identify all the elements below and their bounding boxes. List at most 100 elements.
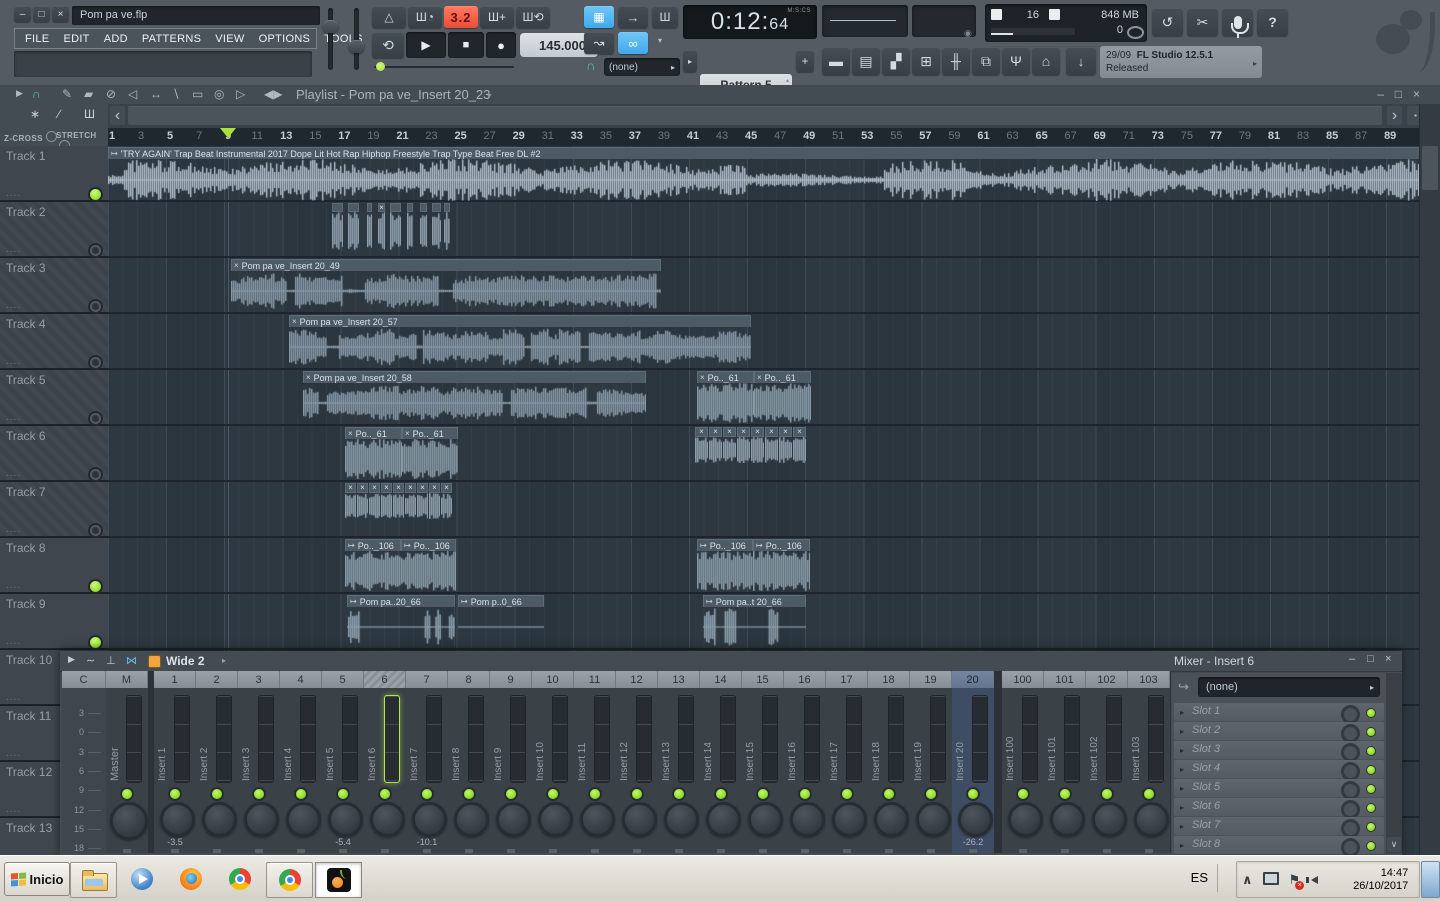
clip-header[interactable]: ×Po.._61 bbox=[345, 427, 402, 439]
timeline-tick[interactable]: 35 bbox=[597, 130, 615, 142]
zoom-tool-icon[interactable]: ◎ bbox=[214, 87, 224, 101]
mixer-fader[interactable] bbox=[1148, 695, 1164, 783]
playlist-vscrollbar[interactable] bbox=[1419, 104, 1440, 855]
news-panel[interactable]: 29/09 FL Studio 12.5.1 Released ▸ bbox=[1100, 46, 1262, 78]
clip-header[interactable]: ×Po.._61 bbox=[402, 427, 458, 439]
slice-x-icon[interactable]: × bbox=[381, 483, 392, 493]
playlist-clip[interactable]: ×Po.._61 bbox=[402, 427, 458, 480]
language-indicator[interactable]: ES bbox=[1191, 870, 1208, 885]
track-led[interactable] bbox=[88, 467, 103, 482]
mixer-mute-led[interactable] bbox=[210, 787, 224, 801]
mixer-mute-led[interactable] bbox=[120, 787, 134, 801]
show-desktop-button[interactable] bbox=[1421, 861, 1440, 898]
mixer-pan-knob[interactable] bbox=[110, 802, 148, 840]
mixer-mute-led[interactable] bbox=[1016, 787, 1030, 801]
timeline-tick[interactable]: 61 bbox=[975, 130, 993, 142]
toggle-browser-button[interactable]: ⊞ bbox=[912, 47, 940, 75]
loop-record-button[interactable]: Ш⟲ bbox=[516, 6, 550, 28]
mixer-channel-number[interactable]: 19 bbox=[910, 671, 952, 688]
draw-tool-icon[interactable]: ✎ bbox=[62, 87, 72, 101]
clip-header[interactable]: ↦Po.._106 bbox=[753, 539, 810, 551]
chop-cap[interactable] bbox=[348, 203, 359, 212]
play-button[interactable]: ▶ bbox=[406, 32, 446, 58]
mixer-pan-knob[interactable] bbox=[790, 802, 825, 837]
mixer-wave-icon[interactable]: ∼ bbox=[86, 654, 95, 667]
slot-enable-led[interactable] bbox=[1366, 822, 1376, 832]
slice-x-icon[interactable]: × bbox=[345, 483, 356, 493]
mixer-mute-led[interactable] bbox=[546, 787, 560, 801]
mixer-fader[interactable] bbox=[594, 695, 610, 783]
mixer-fader[interactable] bbox=[678, 695, 694, 783]
mixer-channel-4[interactable]: 4Insert 4 bbox=[280, 671, 323, 853]
playlist-clip[interactable]: ↦Pom pa..20_66 bbox=[347, 595, 455, 648]
mixer-pan-knob[interactable] bbox=[454, 802, 489, 837]
track-header-5[interactable]: Track 5.... bbox=[0, 370, 108, 426]
track-lane-4[interactable]: ×Pom pa ve_Insert 20_57 bbox=[108, 314, 1420, 370]
slice-cell[interactable]: × bbox=[441, 483, 452, 519]
mixer-channel-103[interactable]: 103Insert 103 bbox=[1128, 671, 1171, 853]
timeline-tick[interactable]: 31 bbox=[539, 130, 557, 142]
clip-header[interactable]: ×Po.._61 bbox=[697, 371, 754, 383]
mixer-channel-number[interactable]: 8 bbox=[448, 671, 490, 688]
mixer-strip-handle[interactable] bbox=[717, 849, 725, 853]
mixer-dock-icon[interactable]: ⊥ bbox=[106, 654, 116, 667]
song-loop-button[interactable]: ⟲ bbox=[372, 32, 404, 58]
track-led[interactable] bbox=[88, 411, 103, 426]
effect-slot-5[interactable]: ▸Slot 5 bbox=[1174, 779, 1384, 797]
timeline-tick[interactable]: 59 bbox=[945, 130, 963, 142]
link-button[interactable]: ∞ bbox=[618, 32, 648, 54]
timeline-tick[interactable]: 11 bbox=[248, 130, 266, 142]
chop-cap[interactable] bbox=[367, 203, 372, 212]
wait-for-input-button[interactable]: Ш◔ bbox=[408, 6, 442, 28]
clip-header[interactable]: ↦Po.._106 bbox=[697, 539, 753, 551]
plugin-picker-button[interactable]: Ψ bbox=[1002, 47, 1030, 75]
timeline-tick[interactable]: 45 bbox=[742, 130, 760, 142]
mixer-strip-handle[interactable] bbox=[171, 849, 179, 853]
effects-route-icon[interactable]: ↪ bbox=[1178, 679, 1189, 695]
mixer-pan-knob[interactable] bbox=[706, 802, 741, 837]
timeline-tick[interactable]: 87 bbox=[1352, 130, 1370, 142]
mixer-channel-number[interactable]: 18 bbox=[868, 671, 910, 688]
clip-header[interactable]: ×Pom pa ve_Insert 20_58 bbox=[303, 371, 646, 383]
mixer-strip-handle[interactable] bbox=[423, 849, 431, 853]
time-display[interactable]: 0:12:64 M:S:CS bbox=[683, 5, 817, 39]
mixer-pan-knob[interactable] bbox=[328, 802, 363, 837]
mixer-channel-3[interactable]: 3Insert 3 bbox=[238, 671, 281, 853]
cut-tool-button[interactable]: ✂ bbox=[1187, 8, 1218, 36]
slice-cell[interactable]: × bbox=[695, 427, 708, 463]
effect-slot-8[interactable]: ▸Slot 8 bbox=[1174, 836, 1384, 854]
snap-selector[interactable]: (none) ▸ bbox=[604, 58, 680, 76]
clip-header[interactable]: ↦'TRY AGAIN' Trap Beat Instrumental 2017… bbox=[108, 147, 1420, 159]
effect-slot-1[interactable]: ▸Slot 1 bbox=[1174, 703, 1384, 721]
mixer-mute-led[interactable] bbox=[420, 787, 434, 801]
mixer-strip-handle[interactable] bbox=[549, 849, 557, 853]
slice-x-icon[interactable]: × bbox=[793, 427, 806, 437]
playlist-maximize-button[interactable]: □ bbox=[1395, 87, 1402, 101]
menu-options[interactable]: OPTIONS bbox=[253, 33, 317, 45]
mixer-pan-knob[interactable] bbox=[202, 802, 237, 837]
slot-arrow-icon[interactable]: ▸ bbox=[1180, 841, 1184, 850]
slot-enable-led[interactable] bbox=[1366, 803, 1376, 813]
mixer-strip-handle[interactable] bbox=[885, 849, 893, 853]
chop-cap[interactable] bbox=[332, 203, 343, 212]
shuffle-slider[interactable] bbox=[374, 66, 514, 68]
toggle-project-picker-button[interactable]: ⧉ bbox=[972, 47, 1000, 75]
track-lane-1[interactable]: ↦'TRY AGAIN' Trap Beat Instrumental 2017… bbox=[108, 146, 1420, 202]
slice-cell[interactable]: × bbox=[357, 483, 368, 519]
taskbar-app-firefox[interactable] bbox=[168, 862, 213, 896]
mixer-fader[interactable] bbox=[426, 695, 442, 783]
snap-more-arrow[interactable]: ▾ bbox=[658, 36, 662, 45]
mixer-channel-8[interactable]: 8Insert 8 bbox=[448, 671, 491, 853]
slot-enable-led[interactable] bbox=[1366, 784, 1376, 794]
track-lane-8[interactable]: ↦Po.._106↦Po.._106↦Po.._106↦Po.._106 bbox=[108, 538, 1420, 594]
menu-edit[interactable]: EDIT bbox=[57, 33, 95, 45]
mixer-fader[interactable] bbox=[126, 695, 142, 783]
mixer-fader[interactable] bbox=[552, 695, 568, 783]
network-icon[interactable] bbox=[1263, 872, 1279, 888]
mixer-channel-7[interactable]: 7Insert 7-10.1 bbox=[406, 671, 449, 853]
mixer-channel-number[interactable]: 2 bbox=[196, 671, 238, 688]
track-led[interactable] bbox=[88, 355, 103, 370]
timeline-tick[interactable]: 39 bbox=[655, 130, 673, 142]
picker-piano-icon[interactable]: Ш bbox=[84, 107, 95, 121]
mixer-pan-knob[interactable] bbox=[1050, 802, 1085, 837]
